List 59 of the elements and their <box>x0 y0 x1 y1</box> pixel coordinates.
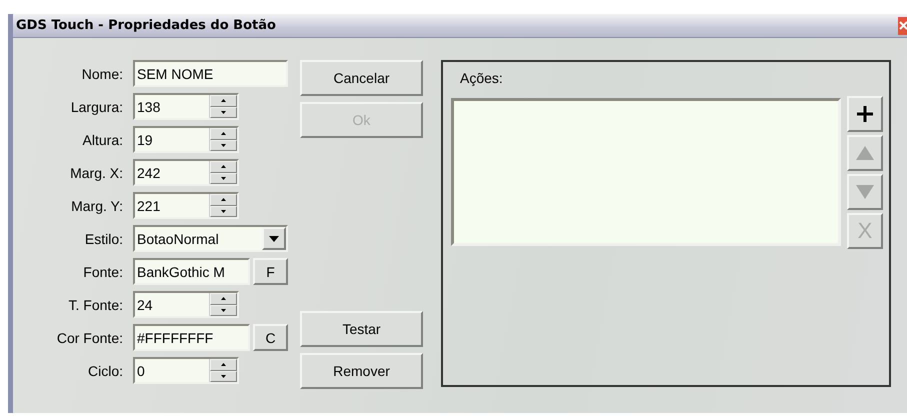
spin-up-button[interactable] <box>210 194 237 206</box>
spin-down-button[interactable] <box>210 106 237 118</box>
field-label: Cor Fonte: <box>56 330 123 346</box>
name-field[interactable]: SEM NOME <box>133 60 288 87</box>
dropdown-button[interactable] <box>262 227 286 250</box>
spin-down-button[interactable] <box>210 206 237 217</box>
spin-up-button[interactable] <box>210 293 237 304</box>
field-label: Nome: <box>82 66 123 82</box>
dialog-button[interactable]: Cancelar <box>300 60 423 96</box>
field-label: Marg. X: <box>70 164 123 180</box>
field-label: T. Fonte: <box>68 296 123 312</box>
spin-field[interactable]: 138 <box>133 93 239 120</box>
group-label: Ações: <box>459 70 504 86</box>
down-arrow-icon <box>221 176 226 180</box>
down-arrow-icon <box>221 210 226 213</box>
up-arrow-icon <box>221 165 226 168</box>
picker-button[interactable]: C <box>253 324 288 351</box>
plus-icon <box>856 105 874 123</box>
spin-down-button[interactable] <box>210 370 237 382</box>
down-arrow-icon <box>221 308 226 312</box>
spin-field[interactable]: 19 <box>133 126 239 153</box>
field-label: Ciclo: <box>88 362 123 378</box>
spin-up-button[interactable] <box>210 128 237 140</box>
spin-down-button[interactable] <box>210 304 237 316</box>
spin-field[interactable]: 221 <box>133 192 239 219</box>
spin-up-button[interactable] <box>210 95 237 106</box>
up-arrow-icon <box>221 363 226 366</box>
spin-down-button[interactable] <box>210 140 237 151</box>
spin-up-button[interactable] <box>210 359 237 370</box>
spin-field[interactable]: 0 <box>133 357 239 384</box>
close-icon[interactable] <box>898 16 907 34</box>
spin-down-button[interactable] <box>210 172 237 184</box>
spin-field[interactable]: 24 <box>133 291 239 318</box>
down-arrow-icon <box>221 374 226 378</box>
up-arrow-icon <box>221 99 226 102</box>
spin-up-button[interactable] <box>210 161 237 172</box>
down-arrow-icon <box>221 144 226 147</box>
up-arrow-icon <box>855 145 875 161</box>
up-arrow-icon <box>221 132 226 136</box>
up-arrow-icon <box>221 297 226 300</box>
spin-field[interactable]: 242 <box>133 159 239 186</box>
field-label: Largura: <box>70 98 123 114</box>
up-arrow-icon <box>221 198 226 202</box>
down-arrow-icon <box>221 110 226 114</box>
field-label: Fonte: <box>83 264 123 280</box>
down-arrow-icon <box>855 184 875 200</box>
dialog-button[interactable]: Testar <box>300 311 423 347</box>
value-field[interactable]: BankGothic M <box>133 258 250 285</box>
picker-button[interactable]: F <box>253 258 288 285</box>
caret-icon <box>269 236 279 242</box>
window-title: GDS Touch - Propriedades do Botão <box>15 18 276 33</box>
field-label: Estilo: <box>84 230 123 246</box>
add-button[interactable] <box>847 96 883 132</box>
field-label: Marg. Y: <box>71 198 123 214</box>
actions-list[interactable] <box>451 98 841 246</box>
style-dropdown[interactable]: BotaoNormal <box>133 225 288 252</box>
value-field[interactable]: #FFFFFFFF <box>133 324 250 351</box>
dialog-button[interactable]: Remover <box>300 353 423 389</box>
field-label: Altura: <box>82 132 123 148</box>
